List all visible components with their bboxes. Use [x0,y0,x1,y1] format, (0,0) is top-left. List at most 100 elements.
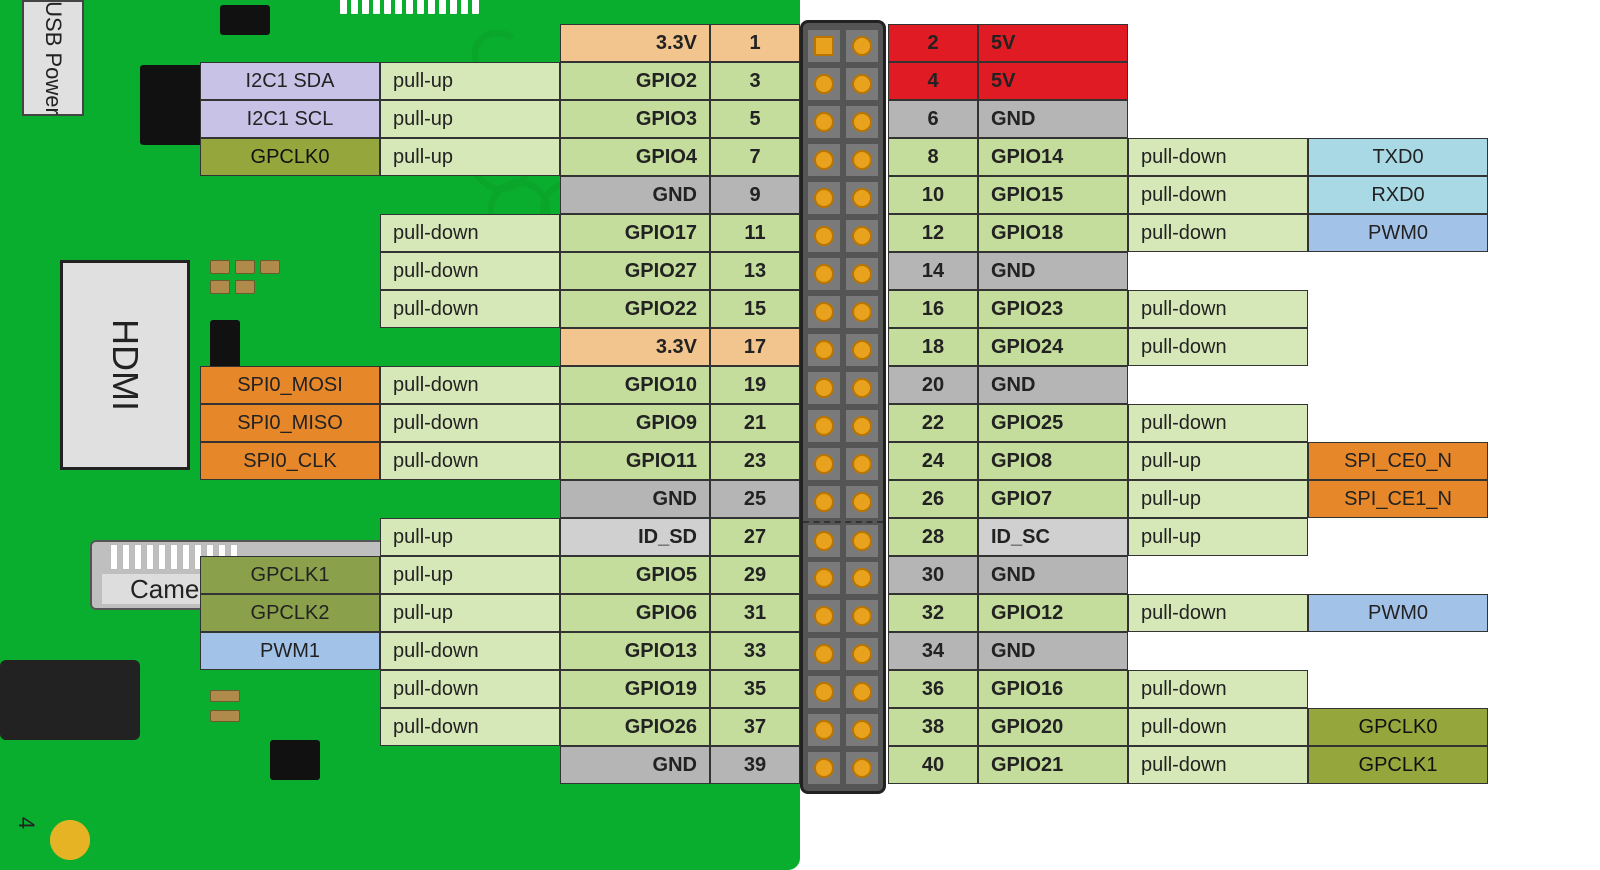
pin-row-29: GPCLK1pull-upGPIO529 [100,556,800,594]
pin-name: GPIO17 [560,214,710,252]
pin-name: GND [978,632,1128,670]
pin-row-icon [340,0,479,14]
pin-name: GPIO2 [560,62,710,100]
pin-row-25: GND25 [100,480,800,518]
pin-name: GPIO5 [560,556,710,594]
pin-row-8: 8GPIO14pull-downTXD0 [888,138,1588,176]
mounting-hole-icon [50,820,90,860]
pin-row-15: pull-downGPIO2215 [100,290,800,328]
pin-number: 37 [710,708,800,746]
pin-row-12: 12GPIO18pull-downPWM0 [888,214,1588,252]
pin-name: GPIO19 [560,670,710,708]
pin-number: 6 [888,100,978,138]
pin-row-5: I2C1 SCLpull-upGPIO35 [100,100,800,138]
header-pin [846,68,878,100]
header-pin [808,676,840,708]
pin-name: GPIO14 [978,138,1128,176]
pin-name: 5V [978,24,1128,62]
pin-number: 3 [710,62,800,100]
pin-row-16: 16GPIO23pull-down [888,290,1588,328]
pin-row-1: 3.3V1 [100,24,800,62]
pin-row-36: 36GPIO16pull-down [888,670,1588,708]
pin-row-2: 25V [888,24,1588,62]
usb-power-label: USB Power [40,1,66,115]
header-pin [808,486,840,518]
header-pin [808,144,840,176]
pin-row-38: 38GPIO20pull-downGPCLK0 [888,708,1588,746]
pin-name: GND [560,480,710,518]
pin-number: 8 [888,138,978,176]
pin-name: ID_SC [978,518,1128,556]
pin-name: GPIO15 [978,176,1128,214]
pin-row-9: GND9 [100,176,800,214]
header-pin [808,220,840,252]
header-pin [808,410,840,442]
header-pin [808,600,840,632]
pin-number: 2 [888,24,978,62]
pin-row-6: 6GND [888,100,1588,138]
header-pin [846,562,878,594]
pin-number: 17 [710,328,800,366]
pin-pull: pull-down [1128,138,1308,176]
pin-alt-function: PWM0 [1308,214,1488,252]
header-pin [846,525,878,557]
pin-name: GND [560,176,710,214]
pin-number: 15 [710,290,800,328]
pin-number: 40 [888,746,978,784]
pin-pull: pull-down [380,290,560,328]
pin-alt-function: GPCLK0 [200,138,380,176]
pin-number: 24 [888,442,978,480]
pin-row-39: GND39 [100,746,800,784]
pin-number: 31 [710,594,800,632]
pin-pull: pull-up [380,556,560,594]
pin-number: 35 [710,670,800,708]
header-pin [846,220,878,252]
pin-alt-function: I2C1 SDA [200,62,380,100]
pin-row-21: SPI0_MISOpull-downGPIO921 [100,404,800,442]
pin-number: 9 [710,176,800,214]
pin-name: GPIO13 [560,632,710,670]
pin-alt-function: GPCLK2 [200,594,380,632]
pin-name: GPIO9 [560,404,710,442]
pin-pull: pull-up [380,100,560,138]
header-pin [808,68,840,100]
pin-name: 5V [978,62,1128,100]
header-pin [808,752,840,784]
header-pin [808,638,840,670]
pin-row-22: 22GPIO25pull-down [888,404,1588,442]
pin-alt-function: SPI0_MOSI [200,366,380,404]
pin-pull: pull-down [1128,328,1308,366]
pin-number: 20 [888,366,978,404]
pin-pull: pull-down [1128,176,1308,214]
pin-name: GPIO27 [560,252,710,290]
pin-number: 18 [888,328,978,366]
gpio-header [800,20,886,794]
pin-labels-right: 25V45V6GND8GPIO14pull-downTXD010GPIO15pu… [888,24,1588,784]
pin-row-18: 18GPIO24pull-down [888,328,1588,366]
pin-number: 4 [888,62,978,100]
pin-number: 13 [710,252,800,290]
header-pin [808,714,840,746]
pin-name: 3.3V [560,24,710,62]
pin-number: 29 [710,556,800,594]
pin-pull: pull-down [380,252,560,290]
pin-number: 21 [710,404,800,442]
header-pin [846,752,878,784]
pin-name: ID_SD [560,518,710,556]
pin-pull: pull-up [1128,442,1308,480]
pin-number: 32 [888,594,978,632]
pin-number: 5 [710,100,800,138]
pin-pull: pull-down [380,708,560,746]
pin-name: GPIO11 [560,442,710,480]
pin-name: GPIO24 [978,328,1128,366]
pin-labels-left: 3.3V1I2C1 SDApull-upGPIO23I2C1 SCLpull-u… [100,24,800,784]
pin-row-4: 45V [888,62,1588,100]
header-pin [846,676,878,708]
pin-name: GPIO20 [978,708,1128,746]
header-pin [808,258,840,290]
pin-alt-function: GPCLK0 [1308,708,1488,746]
pin-number: 10 [888,176,978,214]
pin-number: 36 [888,670,978,708]
header-pin [846,486,878,518]
pin-number: 19 [710,366,800,404]
